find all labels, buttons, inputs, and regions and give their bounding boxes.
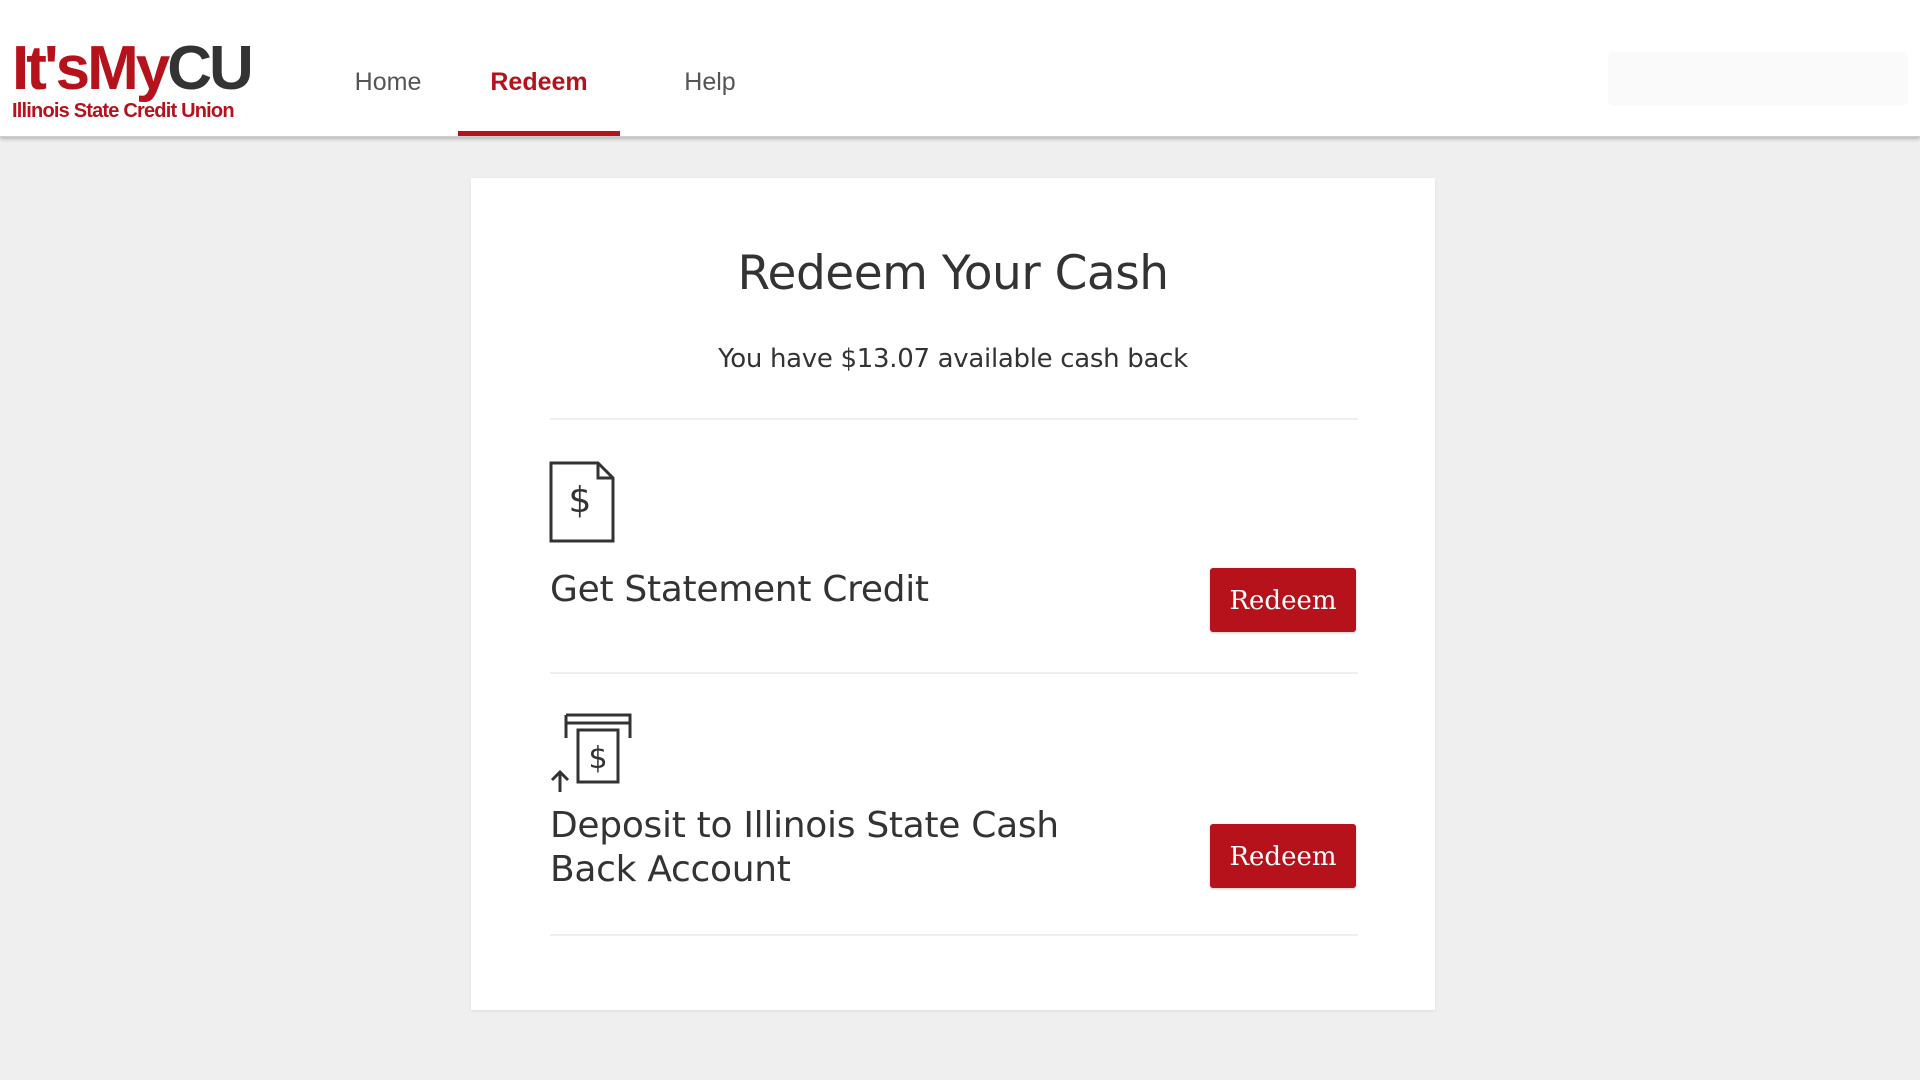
itsmycu-logo[interactable]: It'sMyCU Illinois State Credit Union [12, 34, 272, 130]
redeem-card: Redeem Your Cash You have $13.07 availab… [471, 178, 1435, 1010]
divider [550, 934, 1358, 936]
logo-wordmark: It'sMyCU [12, 34, 254, 103]
page-title: Redeem Your Cash [737, 246, 1169, 301]
option-label: Deposit to Illinois State Cash Back Acco… [550, 805, 1059, 890]
svg-text:$: $ [588, 741, 607, 776]
nav-help[interactable]: Help [650, 0, 770, 136]
available-cash-text: You have $13.07 available cash back [718, 344, 1188, 374]
nav-home[interactable]: Home [333, 0, 443, 136]
redeem-statement-credit-button[interactable]: Redeem [1210, 568, 1356, 632]
atm-deposit-icon: $ [550, 713, 632, 792]
divider [550, 418, 1358, 420]
logo-tagline: Illinois State Credit Union [12, 100, 235, 122]
option-label: Get Statement Credit [550, 569, 929, 610]
divider [550, 672, 1358, 674]
redeem-deposit-button[interactable]: Redeem [1210, 824, 1356, 888]
header-account-area [1608, 52, 1908, 106]
svg-text:$: $ [569, 480, 592, 521]
top-header: It'sMyCU Illinois State Credit Union Hom… [0, 0, 1920, 137]
nav-redeem[interactable]: Redeem [458, 0, 620, 136]
document-dollar-icon: $ [549, 461, 615, 543]
